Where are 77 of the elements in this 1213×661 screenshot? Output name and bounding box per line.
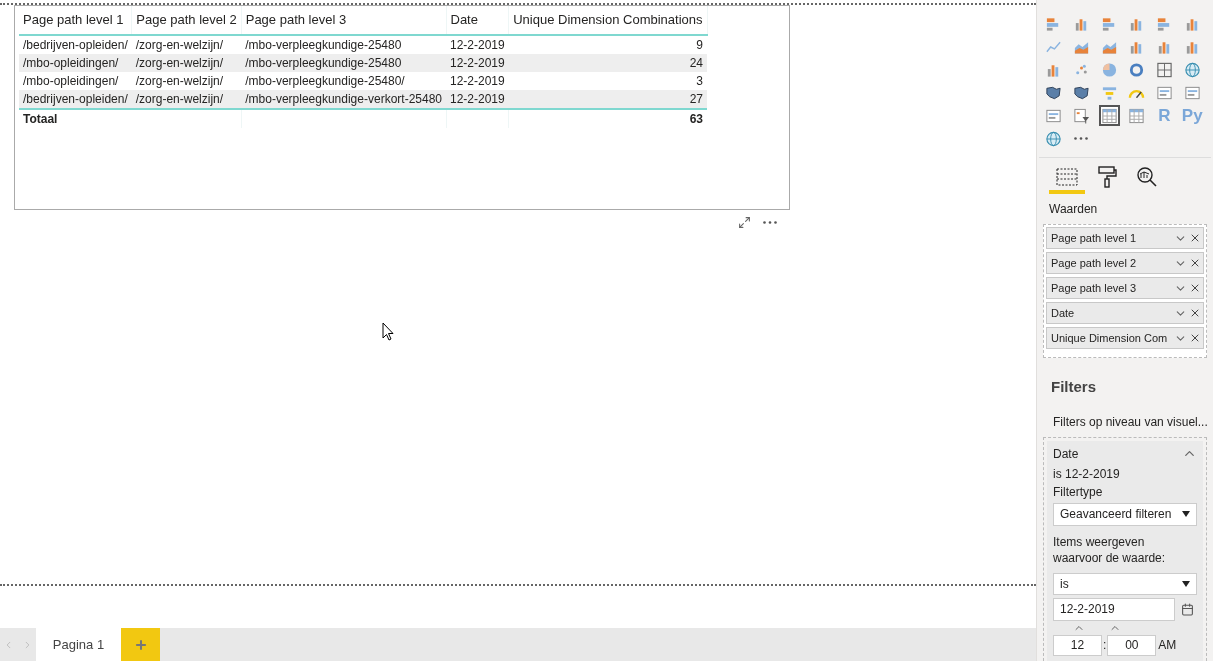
globe-icon <box>1045 129 1062 148</box>
total-value: 63 <box>508 109 708 128</box>
table-cell: /zorg-en-welzijn/ <box>131 72 242 90</box>
filter-type-label: Filtertype <box>1053 483 1104 501</box>
dropdown-arrow-icon <box>1182 511 1190 517</box>
wells-title: Waarden <box>1048 201 1099 218</box>
operator-dropdown[interactable]: is <box>1053 572 1197 595</box>
condition-description: Items weergeven waarvoor de waarde: <box>1053 533 1167 566</box>
calendar-icon[interactable] <box>1181 602 1194 616</box>
slicer-icon <box>1072 106 1090 125</box>
fields-icon <box>1056 167 1078 187</box>
paint-roller-icon <box>1097 166 1117 188</box>
table-cell: /mbo-opleidingen/ <box>19 72 132 90</box>
add-page-button[interactable] <box>121 628 160 661</box>
filter-summary: is 12-2-2019 <box>1053 465 1121 483</box>
table-cell: /mbo-verpleegkundige-25480 <box>241 35 446 54</box>
plus-icon <box>133 637 148 652</box>
table-icon <box>1128 106 1146 125</box>
field-name: Page path level 3 <box>1051 280 1137 296</box>
field-name: Page path level 2 <box>1051 255 1137 271</box>
dropdown-arrow-icon <box>1182 580 1190 587</box>
field-well-item[interactable]: Page path level 1 <box>1046 227 1204 249</box>
column-header[interactable]: Page path level 2 <box>131 6 242 35</box>
gauge-icon <box>1128 87 1146 98</box>
field-name: Page path level 1 <box>1051 230 1137 246</box>
more-options-icon[interactable] <box>763 221 777 224</box>
close-icon[interactable] <box>1189 332 1201 344</box>
close-icon[interactable] <box>1189 232 1201 244</box>
field-well-item[interactable]: Unique Dimension Com <box>1046 327 1204 349</box>
filter-type-dropdown[interactable]: Geavanceerd filteren <box>1053 502 1197 526</box>
focus-mode-icon[interactable] <box>738 216 751 229</box>
table-cell: 9 <box>508 35 708 54</box>
globe-icon <box>1183 60 1201 79</box>
table-cell: 24 <box>508 54 708 72</box>
table-cell: /zorg-en-welzijn/ <box>131 35 242 54</box>
column-header[interactable]: Unique Dimension Combinations <box>508 6 708 35</box>
pointer-icon <box>382 322 394 342</box>
treemap-icon <box>1156 60 1173 79</box>
table-cell: 12-2-2019 <box>446 90 509 109</box>
donut-chart-icon <box>1128 60 1146 79</box>
analytics-icon <box>1136 166 1158 188</box>
minute-input[interactable]: 00 <box>1107 634 1157 656</box>
column-header[interactable]: Date <box>446 6 509 35</box>
table-cell: /mbo-verpleegkundige-25480/ <box>241 72 446 90</box>
hour-input[interactable]: 12 <box>1053 634 1102 656</box>
pie-chart-icon <box>1100 60 1118 79</box>
field-name: Unique Dimension Com <box>1051 330 1169 346</box>
table-cell: /mbo-verpleegkundige-25480 <box>241 54 446 72</box>
close-icon[interactable] <box>1189 257 1201 269</box>
filters-section-title: Filters op niveau van visuel... <box>1052 413 1209 431</box>
field-well-item[interactable]: Date <box>1046 302 1204 324</box>
close-icon[interactable] <box>1189 307 1201 319</box>
table-cell: 12-2-2019 <box>446 72 509 90</box>
filters-title: Filters <box>1050 377 1097 397</box>
table-visual[interactable] <box>14 5 790 210</box>
table-cell: 12-2-2019 <box>446 54 509 72</box>
column-header[interactable]: Page path level 1 <box>19 6 132 35</box>
filter-title: Date <box>1053 445 1079 463</box>
table-cell: /bedrijven-opleiden/ <box>19 35 132 54</box>
date-input[interactable]: 12-2-2019 <box>1053 597 1175 621</box>
field-well-item[interactable]: Page path level 3 <box>1046 277 1204 299</box>
visual-button[interactable] <box>1098 105 1120 126</box>
am-pm-label: AM <box>1158 637 1177 654</box>
table-cell: /mbo-opleidingen/ <box>19 54 132 72</box>
table-icon <box>1100 106 1118 125</box>
field-name: Date <box>1051 305 1076 321</box>
table-cell: /zorg-en-welzijn/ <box>131 54 242 72</box>
page-tab[interactable]: Pagina 1 <box>36 628 121 661</box>
table-cell: /bedrijven-opleiden/ <box>19 90 132 109</box>
close-icon[interactable] <box>1189 282 1201 294</box>
time-separator: : <box>1102 637 1108 654</box>
table-cell: 3 <box>508 72 708 90</box>
column-header[interactable]: Page path level 3 <box>241 6 446 35</box>
field-well-item[interactable]: Page path level 2 <box>1046 252 1204 274</box>
total-label: Totaal <box>19 109 132 128</box>
more-icon <box>1074 137 1089 140</box>
table-cell: 12-2-2019 <box>446 35 509 54</box>
